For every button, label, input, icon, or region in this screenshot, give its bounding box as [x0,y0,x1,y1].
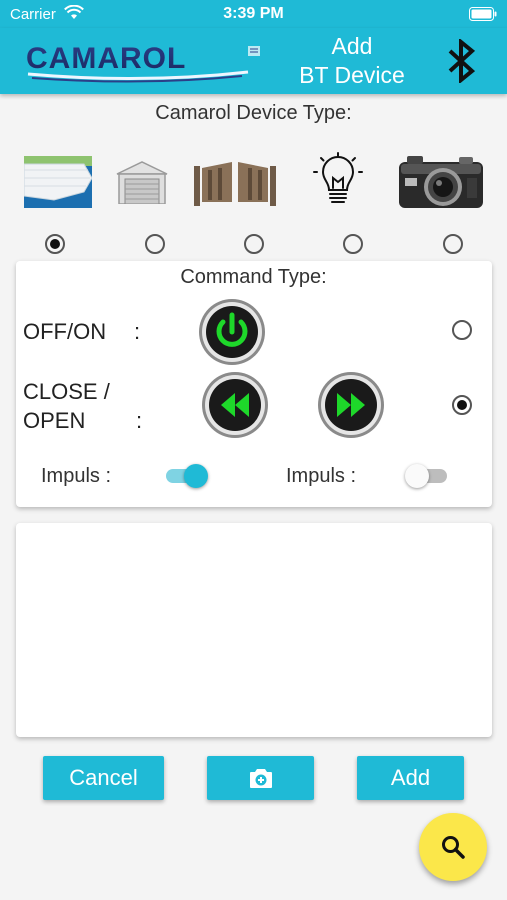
device-radio-pool[interactable] [45,234,65,254]
impuls-right-label: Impuls : [286,465,357,487]
off-on-colon: : [134,319,141,344]
close-open-label-line2: OPEN [23,408,86,433]
page-title-line2: BT Device [299,62,405,88]
off-on-label: OFF/ON [23,319,107,344]
battery-icon [469,7,497,25]
open-button[interactable] [317,371,385,444]
status-bar: Carrier 3:39 PM [0,0,507,28]
page-title-line1: Add [331,33,373,59]
close-button[interactable] [201,371,269,444]
app-header: CAMAROL Add BT Device [0,28,507,94]
add-photo-icon [249,769,272,788]
close-open-label: CLOSE / OPEN [23,377,110,435]
search-fab-button[interactable] [419,813,487,881]
svg-text:CAMAROL: CAMAROL [26,42,186,75]
search-icon [442,836,465,859]
bluetooth-icon[interactable] [444,37,480,88]
camera-icon[interactable] [397,154,485,215]
page-title: Add BT Device [282,32,422,90]
toggle-knob [405,464,429,488]
pool-cover-icon[interactable] [23,156,93,213]
gate-icon[interactable] [194,158,276,211]
garage-door-icon[interactable] [115,160,169,209]
clock: 3:39 PM [223,5,284,22]
device-radio-garage[interactable] [145,234,165,254]
close-open-label-line1: CLOSE / [23,379,110,404]
command-type-label: Command Type: [180,266,327,288]
power-button[interactable] [198,298,266,371]
off-on-radio[interactable] [452,320,472,340]
device-radio-light[interactable] [343,234,363,254]
camarol-logo: CAMAROL [22,40,262,89]
cancel-button[interactable]: Cancel [43,756,164,800]
device-radio-camera[interactable] [443,234,463,254]
impuls-left-label: Impuls : [41,465,112,487]
impuls-right-toggle[interactable] [405,463,451,489]
close-open-colon: : [136,408,143,433]
light-bulb-icon[interactable] [311,152,365,217]
device-radio-gate[interactable] [244,234,264,254]
close-open-radio[interactable] [452,395,472,415]
add-photo-button[interactable] [207,756,314,800]
add-button[interactable]: Add [357,756,464,800]
impuls-left-toggle[interactable] [164,463,210,489]
device-type-label: Camarol Device Type: [155,102,352,124]
device-preview-card [16,523,492,737]
toggle-knob [184,464,208,488]
